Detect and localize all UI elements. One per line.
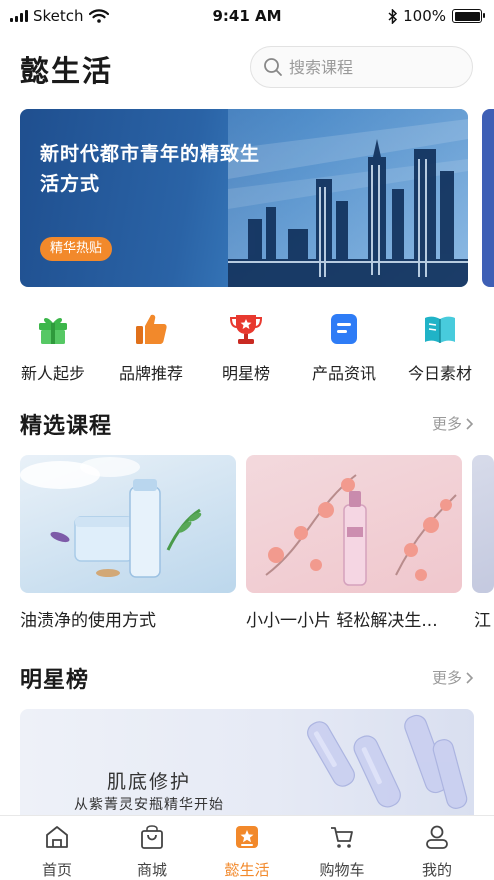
tab-label: 我的: [421, 861, 452, 879]
course-caption-1[interactable]: 油渍净的使用方式: [20, 606, 236, 631]
search-box[interactable]: [250, 46, 473, 88]
status-bar: Sketch 9:41 AM 100%: [0, 0, 494, 34]
stars-more-link[interactable]: 更多: [432, 667, 474, 688]
gift-icon: [39, 317, 67, 344]
category-label: 产品资讯: [311, 364, 376, 383]
star-banner[interactable]: 肌底修护 从紫菁灵安瓶精华开始: [20, 709, 474, 815]
tab-home[interactable]: 首页: [17, 824, 97, 880]
category-brand[interactable]: 品牌推荐: [106, 312, 196, 384]
page-title: 懿生活: [20, 54, 114, 88]
search-icon: [264, 58, 282, 76]
battery-percent: 100%: [403, 7, 446, 25]
tab-cart[interactable]: 购物车: [302, 824, 382, 880]
star-banner-title: 肌底修护: [106, 771, 191, 793]
tab-label: 懿生活: [224, 861, 270, 879]
more-label: 更多: [431, 669, 462, 687]
book-icon: [425, 316, 455, 343]
skincare-product-image: [20, 457, 202, 578]
category-label: 今日素材: [407, 364, 472, 383]
star-banner-subtitle: 从紫菁灵安瓶精华开始: [74, 797, 224, 813]
home-icon: [46, 826, 68, 848]
category-material[interactable]: 今日素材: [395, 312, 485, 384]
course-caption-2[interactable]: 小小一小片 轻松解决生...: [246, 606, 462, 631]
next-banner-peek[interactable]: [482, 109, 494, 287]
trophy-icon: [229, 315, 263, 344]
tab-label: 首页: [41, 861, 72, 879]
shopping-bag-icon: [141, 825, 163, 849]
category-news[interactable]: 产品资讯: [299, 312, 389, 384]
chevron-right-icon: [466, 417, 474, 430]
battery-icon: [452, 9, 485, 23]
search-input[interactable]: [289, 57, 449, 77]
essence-bottle-image: [265, 474, 457, 586]
tab-label: 商城: [136, 861, 167, 879]
featured-title: 精选课程: [20, 414, 113, 439]
thumbs-up-icon: [136, 314, 167, 344]
category-label: 品牌推荐: [118, 364, 183, 383]
banner-title: 新时代都市青年的精致生活方式: [40, 143, 261, 195]
bottom-tab-bar: 首页 商城 懿生活 购物车 我的: [0, 815, 494, 880]
category-label: 明星榜: [221, 364, 270, 383]
course-card-image-1[interactable]: [20, 455, 236, 593]
course-caption-3[interactable]: 江: [474, 606, 494, 631]
featured-more-link[interactable]: 更多: [432, 413, 474, 434]
category-label: 新人起步: [20, 364, 85, 383]
document-icon: [331, 314, 357, 344]
course-card-image-3[interactable]: [472, 455, 494, 593]
more-label: 更多: [431, 415, 462, 433]
cart-icon: [331, 827, 353, 848]
bluetooth-icon: [388, 8, 398, 24]
tab-lifestyle[interactable]: 懿生活: [207, 824, 287, 880]
category-newcomer[interactable]: 新人起步: [8, 312, 98, 384]
banner-tag[interactable]: 精华热贴: [40, 237, 113, 261]
category-row: 新人起步 品牌推荐 明星榜 产品资讯 今日素材: [0, 312, 494, 384]
stars-title: 明星榜: [20, 668, 90, 693]
category-stars[interactable]: 明星榜: [201, 312, 291, 384]
tab-label: 购物车: [319, 861, 365, 879]
user-icon: [426, 825, 448, 849]
course-card-image-2[interactable]: [246, 455, 462, 593]
tab-mall[interactable]: 商城: [112, 824, 192, 880]
chevron-right-icon: [466, 671, 474, 684]
status-right: 100%: [388, 7, 485, 25]
tab-profile[interactable]: 我的: [397, 824, 477, 880]
hero-banner[interactable]: 新时代都市青年的精致生活方式 精华热贴: [20, 109, 468, 287]
star-badge-icon: [236, 826, 258, 848]
